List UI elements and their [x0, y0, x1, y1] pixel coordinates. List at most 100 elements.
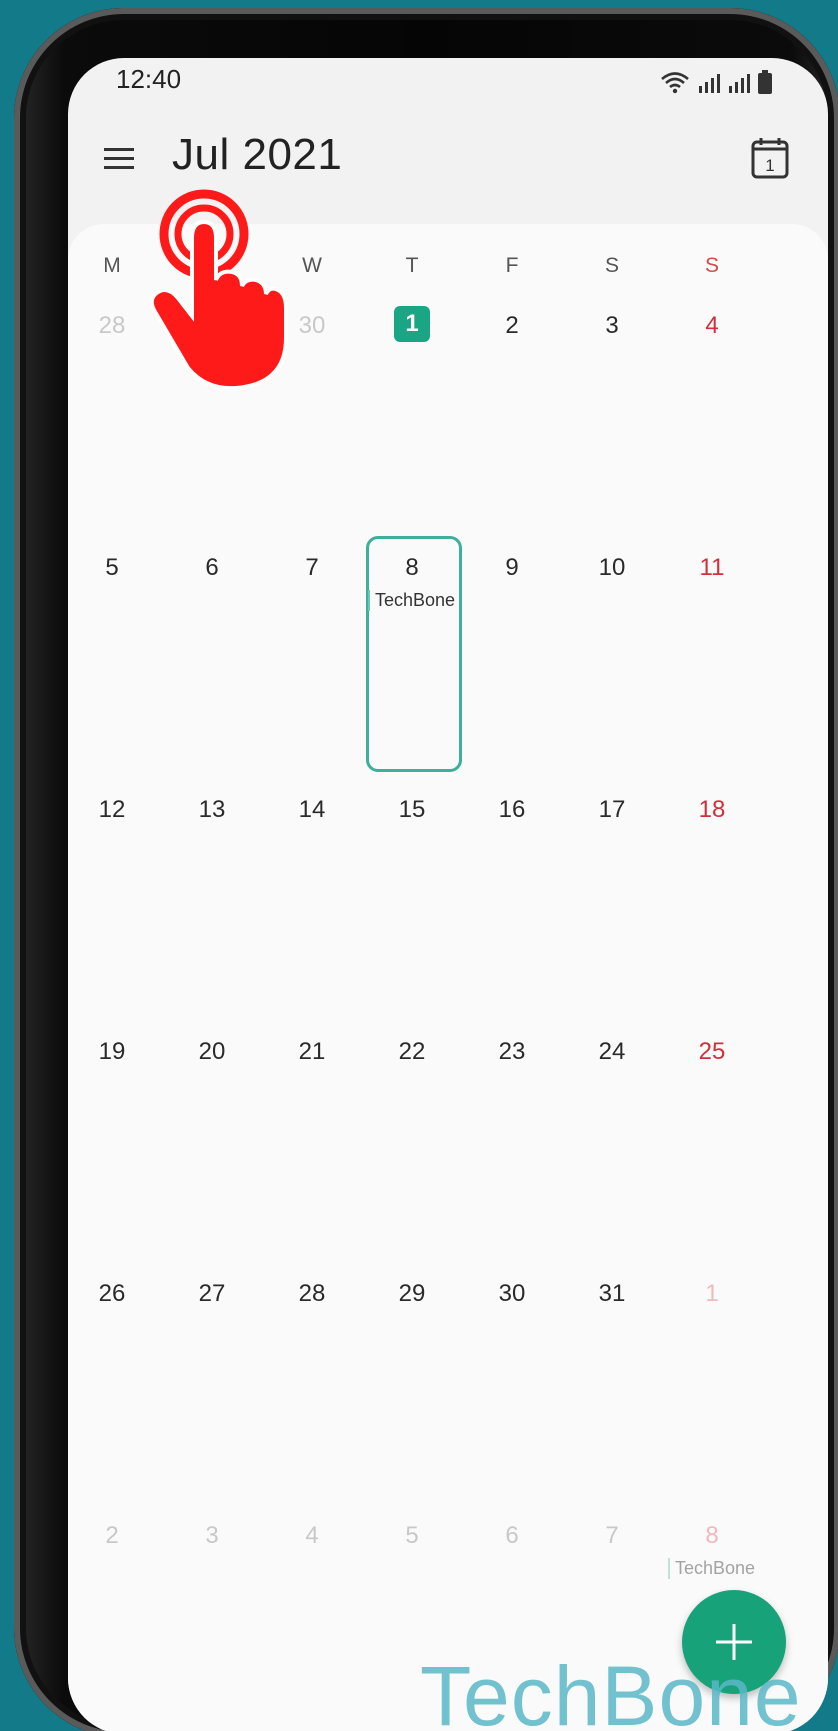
day-number: 2 — [105, 1522, 119, 1549]
signal-icon-2 — [728, 72, 750, 94]
week-row: 12 13 14 15 16 17 18 — [68, 784, 828, 1026]
day-cell[interactable]: 2 — [68, 1510, 162, 1731]
day-cell[interactable]: 2 — [462, 300, 562, 540]
week-row: 28 29 30 1 2 3 4 — [68, 300, 828, 542]
status-time: 12:40 — [116, 64, 182, 94]
event-chip[interactable]: TechBone — [668, 1558, 755, 1579]
day-number: 4 — [705, 312, 719, 339]
day-cell[interactable]: 20 — [162, 1026, 262, 1266]
day-number: 8 — [705, 1522, 719, 1549]
day-number: 31 — [598, 1280, 626, 1307]
day-cell[interactable]: 5 — [68, 542, 162, 782]
weekday-sun: S — [704, 254, 719, 277]
day-cell[interactable]: 16 — [462, 784, 562, 1024]
day-number: 21 — [298, 1038, 326, 1065]
watermark: TechBone — [420, 1649, 802, 1731]
day-cell[interactable]: 6 — [162, 542, 262, 782]
day-number: 17 — [598, 796, 626, 823]
month-title[interactable]: Jul 2021 — [172, 130, 342, 180]
day-cell[interactable]: 13 — [162, 784, 262, 1024]
day-cell[interactable]: 7 — [262, 542, 362, 782]
month-grid: M T W T F S S 28 29 30 1 2 3 4 5 6 7 8 T… — [68, 224, 828, 1731]
day-number: 29 — [198, 312, 226, 339]
day-number: 6 — [205, 554, 219, 581]
day-number: 6 — [505, 1522, 519, 1549]
day-cell[interactable]: 19 — [68, 1026, 162, 1266]
day-cell[interactable]: 12 — [68, 784, 162, 1024]
day-cell[interactable]: 25 — [662, 1026, 762, 1266]
day-number: 7 — [305, 554, 319, 581]
day-cell[interactable]: 9 — [462, 542, 562, 782]
weekday-fri: F — [505, 254, 519, 277]
day-number: 29 — [398, 1280, 426, 1307]
weekday-mon: M — [103, 254, 121, 277]
today-badge: 1 — [394, 306, 430, 342]
day-number: 13 — [198, 796, 226, 823]
day-number: 30 — [298, 312, 326, 339]
day-number: 4 — [305, 1522, 319, 1549]
day-cell[interactable]: 3 — [562, 300, 662, 540]
day-cell[interactable]: 15 — [362, 784, 462, 1024]
day-number: 3 — [605, 312, 619, 339]
day-number: 23 — [498, 1038, 526, 1065]
day-number: 25 — [698, 1038, 726, 1065]
event-chip[interactable]: TechBone — [368, 590, 455, 611]
today-icon-day: 1 — [765, 156, 774, 175]
phone-frame: 12:40 Jul 2021 1 M T W T F S S 28 29 30 … — [14, 8, 838, 1731]
today-calendar-icon[interactable]: 1 — [750, 136, 790, 180]
day-number: 22 — [398, 1038, 426, 1065]
day-cell[interactable]: 31 — [562, 1268, 662, 1508]
day-number: 5 — [105, 554, 119, 581]
day-number: 19 — [98, 1038, 126, 1065]
day-cell[interactable]: 10 — [562, 542, 662, 782]
day-number: 26 — [98, 1280, 126, 1307]
menu-icon[interactable] — [104, 142, 144, 182]
day-number: 9 — [505, 554, 519, 581]
weekday-header: M T W T F S S — [68, 254, 828, 294]
weekday-thu: T — [405, 254, 419, 277]
day-number: 12 — [98, 796, 126, 823]
day-cell[interactable]: 29 — [362, 1268, 462, 1508]
day-cell[interactable]: 26 — [68, 1268, 162, 1508]
day-number: 5 — [405, 1522, 419, 1549]
day-number: 30 — [498, 1280, 526, 1307]
day-cell-today[interactable]: 1 — [362, 300, 462, 540]
day-cell[interactable]: 29 — [162, 300, 262, 540]
screen: 12:40 Jul 2021 1 M T W T F S S 28 29 30 … — [68, 58, 828, 1731]
day-cell[interactable]: 22 — [362, 1026, 462, 1266]
day-cell[interactable]: 28 — [68, 300, 162, 540]
day-cell[interactable]: 14 — [262, 784, 362, 1024]
day-cell[interactable]: 30 — [462, 1268, 562, 1508]
day-cell[interactable]: 1 — [662, 1268, 762, 1508]
day-cell[interactable]: 27 — [162, 1268, 262, 1508]
week-row: 19 20 21 22 23 24 25 — [68, 1026, 828, 1268]
day-number: 18 — [698, 796, 726, 823]
day-cell[interactable]: 3 — [162, 1510, 262, 1731]
day-cell[interactable]: 11 — [662, 542, 762, 782]
day-cell[interactable]: 28 — [262, 1268, 362, 1508]
day-number: 15 — [398, 796, 426, 823]
day-number: 28 — [98, 312, 126, 339]
day-cell[interactable]: 4 — [662, 300, 762, 540]
day-number: 28 — [298, 1280, 326, 1307]
day-cell[interactable]: 17 — [562, 784, 662, 1024]
stage: 12:40 Jul 2021 1 M T W T F S S 28 29 30 … — [0, 0, 838, 1731]
day-cell[interactable]: 24 — [562, 1026, 662, 1266]
day-cell[interactable]: 4 — [262, 1510, 362, 1731]
status-bar: 12:40 — [68, 58, 828, 110]
day-cell[interactable]: 18 — [662, 784, 762, 1024]
weekday-tue: T — [205, 254, 219, 277]
day-cell[interactable]: 23 — [462, 1026, 562, 1266]
day-cell[interactable]: 21 — [262, 1026, 362, 1266]
battery-icon — [758, 70, 772, 94]
day-cell[interactable]: 30 — [262, 300, 362, 540]
day-number: 27 — [198, 1280, 226, 1307]
day-number: 14 — [298, 796, 326, 823]
day-number: 3 — [205, 1522, 219, 1549]
week-row: 26 27 28 29 30 31 1 — [68, 1268, 828, 1510]
day-number: 10 — [598, 554, 626, 581]
day-cell-selected[interactable]: 8 TechBone — [362, 536, 462, 782]
wifi-icon — [660, 70, 690, 94]
week-row: 5 6 7 8 TechBone 9 10 11 — [68, 536, 828, 784]
weekday-sat: S — [604, 254, 619, 277]
